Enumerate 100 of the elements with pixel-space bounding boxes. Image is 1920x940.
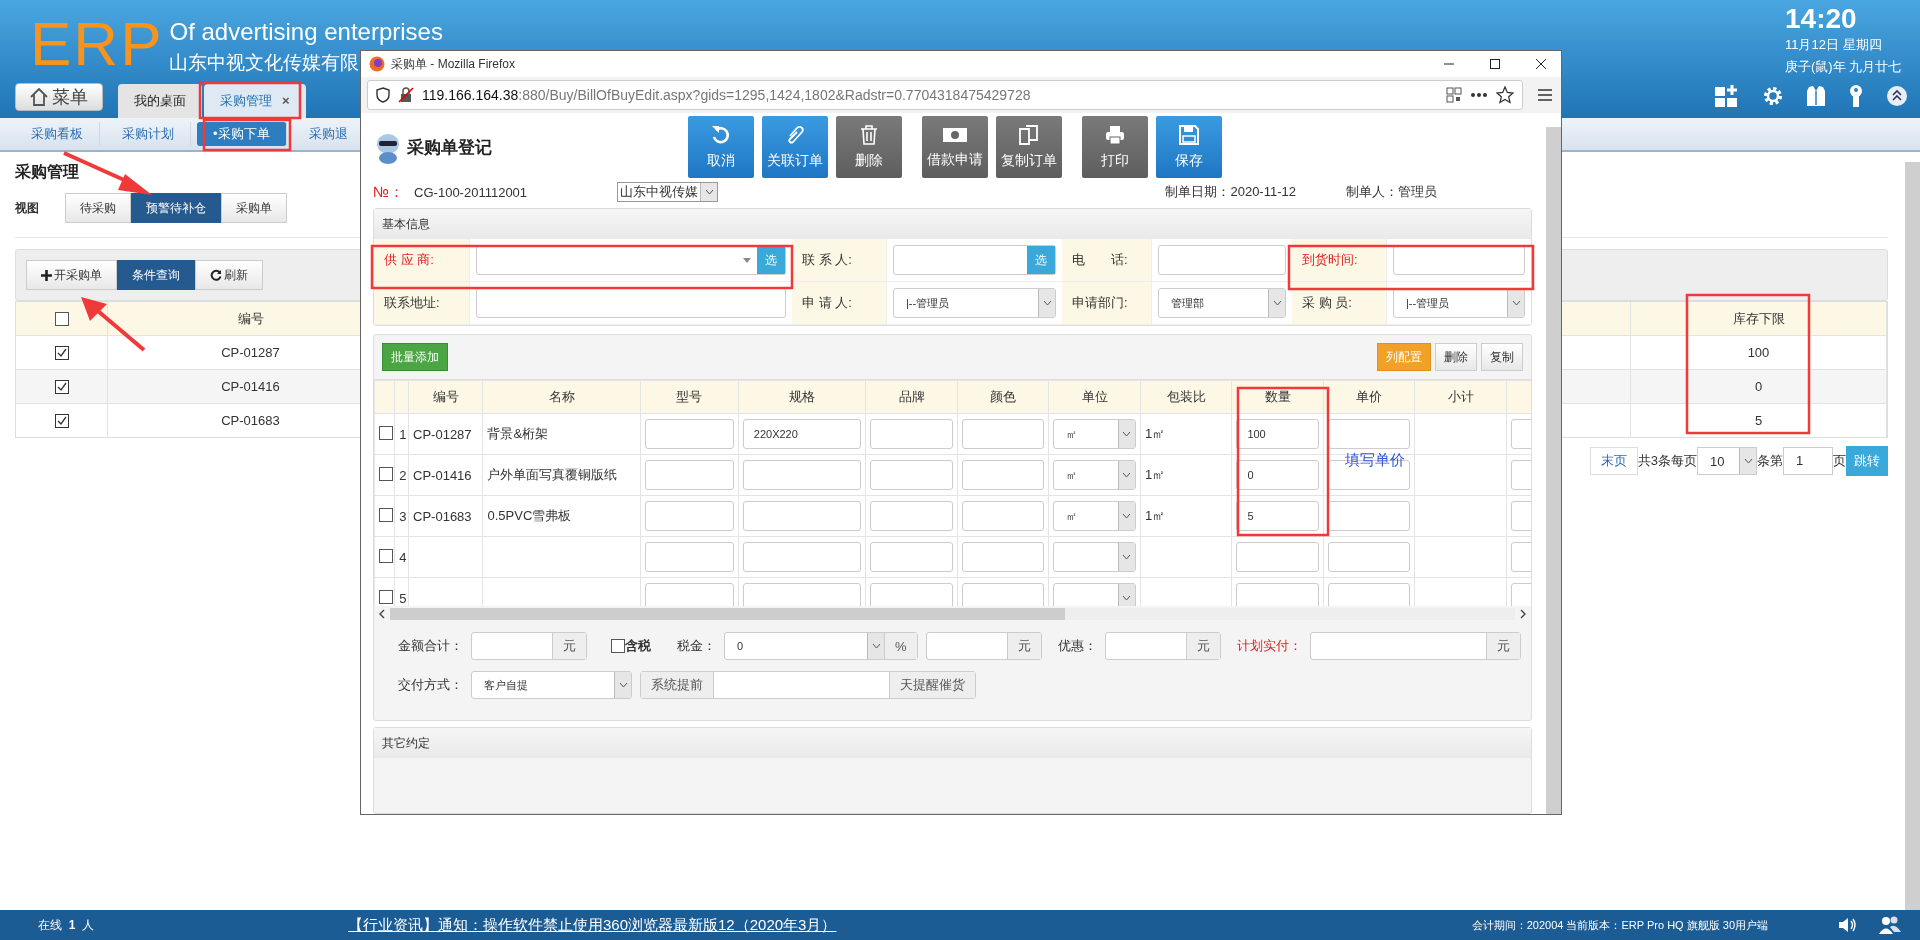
- action-button[interactable]: 删除: [836, 116, 902, 178]
- select-field[interactable]: ㎡: [1053, 501, 1136, 531]
- input-field[interactable]: [742, 460, 862, 490]
- input-field[interactable]: [961, 460, 1045, 490]
- maximize-icon[interactable]: [1489, 58, 1501, 70]
- input-field[interactable]: [644, 583, 734, 606]
- input-field[interactable]: [644, 460, 734, 490]
- address-bar[interactable]: 119.166.164.38:880/Buy/BillOfBuyEdit.aspx?gids=1295,1424,1802&Radstr=0.7704318475429728: [367, 80, 1523, 110]
- more-icon[interactable]: [1470, 92, 1488, 98]
- input-field[interactable]: [644, 542, 734, 572]
- input-field[interactable]: 0: [1236, 460, 1319, 490]
- star-icon[interactable]: [1496, 86, 1514, 104]
- select-field[interactable]: |--管理员: [893, 288, 1056, 318]
- view-button[interactable]: 待采购: [65, 193, 131, 223]
- settings-icon[interactable]: [1762, 85, 1784, 107]
- input-field[interactable]: [870, 419, 953, 449]
- checkbox[interactable]: [54, 345, 69, 360]
- toolbar-button[interactable]: 条件查询: [117, 260, 195, 290]
- input-field[interactable]: [1327, 419, 1411, 449]
- view-button[interactable]: 采购单: [221, 193, 287, 223]
- input-field[interactable]: [742, 501, 862, 531]
- action-button[interactable]: 保存: [1156, 116, 1222, 178]
- select-field[interactable]: |--管理员: [1393, 288, 1525, 318]
- select-field[interactable]: [1053, 542, 1136, 572]
- news-link[interactable]: 【行业资讯】通知：操作软件禁止使用360浏览器最新版12（2020年3月）: [348, 915, 837, 935]
- checkbox[interactable]: [379, 466, 393, 481]
- select-field[interactable]: 0 %: [724, 632, 918, 660]
- company-select[interactable]: 山东中视传媒: [617, 182, 719, 202]
- checkbox[interactable]: [379, 548, 393, 563]
- input-field[interactable]: 元: [1309, 632, 1521, 660]
- input-field[interactable]: [476, 288, 786, 318]
- subnav-item[interactable]: 采购看板: [15, 122, 100, 146]
- view-button[interactable]: 预警待补仓: [131, 193, 221, 223]
- subnav-item[interactable]: 采购计划: [106, 122, 191, 146]
- shirt-icon[interactable]: [1806, 85, 1826, 107]
- scrollbar[interactable]: [1546, 127, 1561, 814]
- toolbar-button[interactable]: 刷新: [195, 260, 263, 290]
- scroll-right-icon[interactable]: [1519, 609, 1527, 619]
- input-field[interactable]: [1510, 501, 1531, 531]
- input-field[interactable]: [1236, 583, 1319, 606]
- toolbar-button[interactable]: 开采购单: [26, 260, 117, 290]
- input-field[interactable]: [961, 583, 1045, 606]
- tab[interactable]: 采购管理 ×: [204, 84, 306, 118]
- action-button[interactable]: 关联订单: [762, 116, 828, 178]
- input-field[interactable]: 元: [925, 632, 1042, 660]
- reminder-input[interactable]: 系统提前 天提醒催货: [640, 671, 976, 699]
- input-field[interactable]: [961, 419, 1045, 449]
- action-button[interactable]: 复制订单: [996, 116, 1062, 178]
- input-field[interactable]: [1393, 245, 1525, 275]
- page-size-select[interactable]: 10: [1697, 447, 1757, 475]
- input-field[interactable]: [1327, 542, 1411, 572]
- checkbox[interactable]: [379, 589, 393, 604]
- input-field[interactable]: [961, 501, 1045, 531]
- input-field[interactable]: [1327, 583, 1411, 606]
- input-field[interactable]: [742, 583, 862, 606]
- input-field[interactable]: 元: [1104, 632, 1221, 660]
- checkbox[interactable]: [54, 379, 69, 394]
- input-field[interactable]: [1510, 460, 1531, 490]
- select-field[interactable]: 管理部: [1158, 288, 1286, 318]
- speaker-icon[interactable]: [1838, 916, 1858, 934]
- add-tile-icon[interactable]: [1714, 84, 1740, 108]
- collapse-icon[interactable]: [1886, 85, 1908, 107]
- input-field[interactable]: [870, 501, 953, 531]
- key-icon[interactable]: [1848, 84, 1864, 108]
- select-field[interactable]: ㎡: [1053, 460, 1136, 490]
- checkbox[interactable]: [379, 425, 393, 440]
- page-input[interactable]: 1: [1783, 447, 1833, 475]
- checkbox[interactable]: [379, 507, 393, 522]
- subnav-item[interactable]: •采购下单: [197, 122, 287, 146]
- checkbox[interactable]: [54, 413, 69, 428]
- toolbar-button[interactable]: 删除: [1435, 343, 1477, 371]
- action-button[interactable]: 借款申请: [922, 116, 988, 178]
- input-field[interactable]: [644, 501, 734, 531]
- input-field[interactable]: 元: [471, 632, 587, 660]
- input-field[interactable]: [1510, 542, 1531, 572]
- input-field[interactable]: [870, 583, 953, 606]
- input-field[interactable]: [644, 419, 734, 449]
- input-field[interactable]: [1510, 419, 1531, 449]
- action-button[interactable]: 打印: [1082, 116, 1148, 178]
- checkbox[interactable]: [54, 311, 69, 326]
- input-field[interactable]: [870, 542, 953, 572]
- select-field[interactable]: ㎡: [1053, 419, 1136, 449]
- scroll-left-icon[interactable]: [378, 609, 386, 619]
- input-field[interactable]: [961, 542, 1045, 572]
- input-field[interactable]: 5: [1236, 501, 1319, 531]
- input-field[interactable]: [742, 542, 862, 572]
- input-field[interactable]: 100: [1236, 419, 1319, 449]
- menu-icon[interactable]: [1537, 88, 1553, 102]
- select-field[interactable]: [1053, 583, 1136, 606]
- last-page-button[interactable]: 末页: [1589, 447, 1638, 475]
- tab[interactable]: 我的桌面: [118, 84, 202, 118]
- menu-button[interactable]: 菜单: [15, 83, 103, 111]
- action-button[interactable]: 取消: [688, 116, 754, 178]
- tax-checkbox[interactable]: 含税: [611, 637, 651, 655]
- input-field[interactable]: [1236, 542, 1319, 572]
- input-field[interactable]: 220X220: [742, 419, 862, 449]
- toolbar-button[interactable]: 复制: [1481, 343, 1523, 371]
- input-field[interactable]: [870, 460, 953, 490]
- input-field[interactable]: [1327, 501, 1411, 531]
- input-field[interactable]: [1158, 245, 1286, 275]
